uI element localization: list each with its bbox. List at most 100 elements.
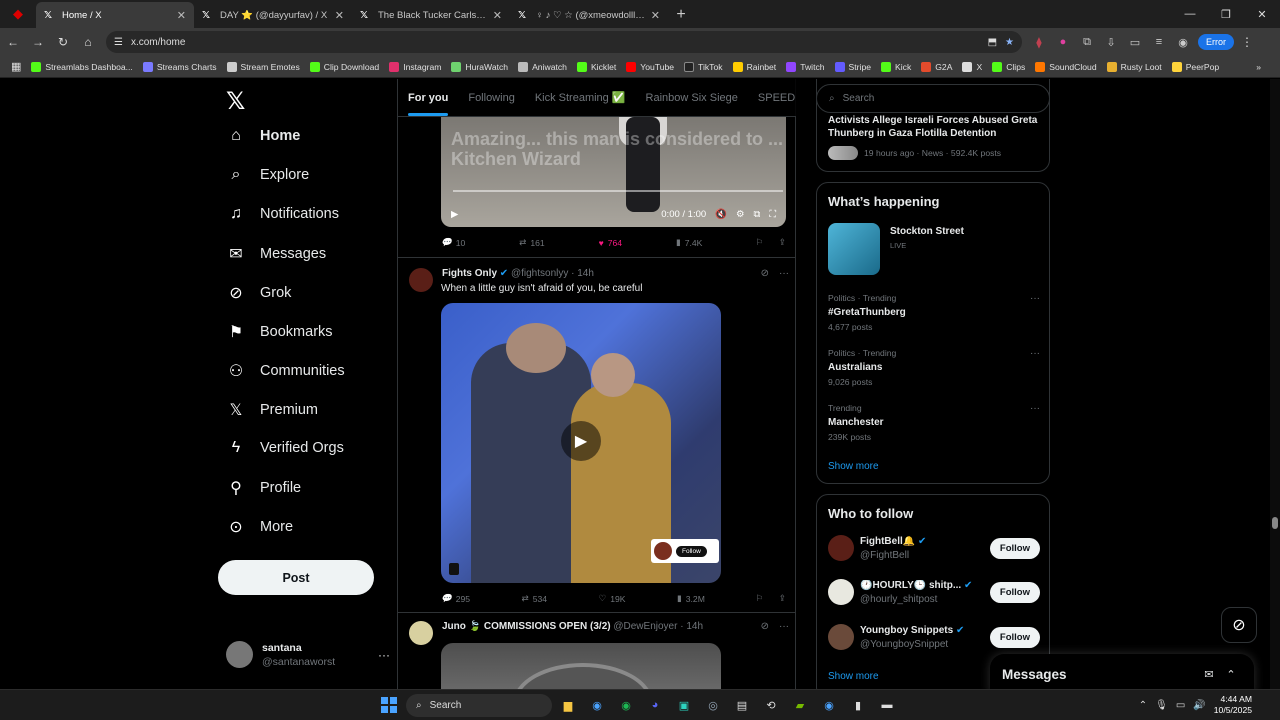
bookmarks-overflow-icon[interactable]: » bbox=[1251, 62, 1266, 72]
steam-icon[interactable]: ◎ bbox=[703, 695, 723, 715]
nav-verified-orgs[interactable]: ϟ Verified Orgs bbox=[226, 439, 344, 457]
mute-icon[interactable]: 🔇 bbox=[715, 209, 727, 220]
discord-icon[interactable]: ◕ bbox=[645, 695, 665, 715]
trend-more-icon[interactable]: ··· bbox=[1030, 348, 1040, 359]
trend-item[interactable]: Trending Manchester 239K posts ··· bbox=[828, 403, 1040, 442]
error-button[interactable]: Error bbox=[1198, 34, 1234, 50]
account-switcher[interactable]: santana @santanaworst ··· bbox=[226, 641, 390, 668]
bookmark-item[interactable]: Twitch bbox=[781, 61, 829, 72]
settings-gear-icon[interactable]: ⚙ bbox=[736, 209, 745, 220]
like-button[interactable]: ♥ 764 bbox=[599, 238, 622, 248]
author-name[interactable]: Fights Only bbox=[442, 268, 497, 279]
scrollbar-thumb[interactable] bbox=[1272, 517, 1278, 529]
audio-app-icon[interactable]: ▮ bbox=[848, 695, 868, 715]
tab-kick-streaming[interactable]: Kick Streaming ✅ bbox=[535, 91, 626, 104]
home-browser-icon[interactable]: ⌂ bbox=[76, 30, 100, 54]
post-button[interactable]: Post bbox=[218, 560, 374, 595]
address-bar[interactable]: ☰ x.com/home ⬒ ★ bbox=[106, 31, 1022, 53]
nav-messages[interactable]: ✉ Messages bbox=[226, 244, 326, 264]
live-event[interactable]: Stockton Street LIVE bbox=[828, 223, 964, 275]
bookmark-item[interactable]: Stream Emotes bbox=[222, 61, 305, 72]
reply-button[interactable]: 💬 295 bbox=[441, 593, 470, 604]
app-icon[interactable]: ▬ bbox=[877, 695, 897, 715]
nav-home[interactable]: ⌂ Home bbox=[226, 127, 300, 145]
bookmark-item[interactable]: Clip Download bbox=[305, 61, 384, 72]
browser-profile-icon[interactable]: ◆ bbox=[0, 0, 36, 28]
bookmark-item[interactable]: TikTok bbox=[679, 61, 728, 72]
bookmark-item[interactable]: Aniwatch bbox=[513, 61, 572, 72]
video-thumbnail[interactable]: ▶ Follow bbox=[441, 303, 721, 583]
views-button[interactable]: ▮ 3.2M bbox=[677, 593, 705, 604]
follow-suggestion[interactable]: 🕐HOURLY🕒 shitp... ✔ @hourly_shitpost Fol… bbox=[828, 579, 1040, 605]
trend-item[interactable]: Politics · Trending #GretaThunberg 4,677… bbox=[828, 293, 1040, 332]
tab-speed-gang[interactable]: SPEED GANG bbox=[758, 92, 796, 104]
trend-item[interactable]: Politics · Trending Australians 9,026 po… bbox=[828, 348, 1040, 387]
show-more-link[interactable]: Show more bbox=[828, 461, 879, 472]
follow-button[interactable]: Follow bbox=[989, 581, 1040, 603]
follow-button[interactable]: Follow bbox=[989, 537, 1040, 559]
messages-drawer[interactable]: Messages ✉ ⌃ bbox=[990, 654, 1254, 689]
install-app-icon[interactable]: ⬒ bbox=[988, 37, 997, 48]
nav-premium[interactable]: 𝕏 Premium bbox=[226, 400, 318, 420]
pip-icon[interactable]: ⧉ bbox=[754, 209, 761, 220]
bookmark-item[interactable]: YouTube bbox=[621, 61, 679, 72]
app-icon[interactable]: ⟲ bbox=[761, 695, 781, 715]
repost-button[interactable]: ⇄ 534 bbox=[522, 593, 548, 604]
close-tab-icon[interactable]: ✕ bbox=[493, 9, 502, 22]
reply-button[interactable]: 💬 10 bbox=[441, 237, 465, 248]
nav-explore[interactable]: ⌕ Explore bbox=[226, 166, 310, 184]
page-scrollbar[interactable] bbox=[1270, 79, 1280, 689]
new-message-icon[interactable]: ✉ bbox=[1198, 668, 1220, 681]
nav-grok[interactable]: ⊘ Grok bbox=[226, 283, 291, 303]
bookmark-item[interactable]: Stripe bbox=[830, 61, 876, 72]
expand-icon[interactable]: ⌃ bbox=[1220, 668, 1242, 681]
nav-communities[interactable]: ⚇ Communities bbox=[226, 361, 345, 381]
downloads-icon[interactable]: ⇩ bbox=[1102, 33, 1120, 51]
tab-rainbow-six-siege[interactable]: Rainbow Six Siege bbox=[646, 92, 738, 104]
windows-start-icon[interactable] bbox=[381, 697, 397, 713]
tray-overflow-icon[interactable]: ⌃ bbox=[1139, 700, 1147, 711]
taskbar-search[interactable]: ⌕ Search bbox=[406, 694, 552, 717]
fullscreen-icon[interactable]: ⛶ bbox=[769, 209, 776, 220]
apps-grid-icon[interactable]: ▦ bbox=[6, 60, 26, 73]
epic-games-icon[interactable]: ▤ bbox=[732, 695, 752, 715]
chrome-icon[interactable]: ◉ bbox=[587, 695, 607, 715]
grok-floating-button[interactable]: ⊘ bbox=[1221, 607, 1257, 643]
split-view-icon[interactable]: ▭ bbox=[1126, 33, 1144, 51]
forward-icon[interactable]: → bbox=[26, 30, 50, 54]
chrome-icon[interactable]: ◉ bbox=[819, 695, 839, 715]
volume-icon[interactable]: 🔊 bbox=[1193, 700, 1205, 711]
bookmark-item[interactable]: Rainbet bbox=[728, 61, 782, 72]
clock[interactable]: 4:44 AM 10/5/2025 bbox=[1214, 694, 1252, 716]
close-tab-icon[interactable]: ✕ bbox=[335, 9, 344, 22]
new-tab-button[interactable]: + bbox=[668, 2, 694, 28]
bookmark-item[interactable]: Rusty Loot bbox=[1102, 61, 1167, 72]
browser-tab-3[interactable]: 𝕏 The Black Tucker Carlson Jr us ✕ bbox=[352, 2, 510, 28]
menu-kebab-icon[interactable]: ⋮ bbox=[1235, 30, 1259, 54]
account-more-icon[interactable]: ··· bbox=[378, 648, 390, 662]
bookmark-item[interactable]: Kick bbox=[876, 61, 916, 72]
bookmark-item[interactable]: X bbox=[957, 61, 987, 72]
like-button[interactable]: ♡ 19K bbox=[599, 593, 626, 604]
bookmark-item[interactable]: SoundCloud bbox=[1030, 61, 1101, 72]
maximize-icon[interactable]: ❐ bbox=[1208, 0, 1244, 28]
x-logo-icon[interactable]: 𝕏 bbox=[226, 87, 245, 116]
extension-icon[interactable]: ● bbox=[1054, 33, 1072, 51]
bookmark-item[interactable]: G2A bbox=[916, 61, 957, 72]
nav-bookmarks[interactable]: ⚑ Bookmarks bbox=[226, 322, 333, 342]
author-handle[interactable]: @DewEnjoyer bbox=[613, 621, 677, 632]
avatar[interactable] bbox=[409, 621, 433, 645]
grok-icon[interactable]: ⊘ bbox=[761, 268, 769, 279]
tweet-media[interactable] bbox=[441, 643, 721, 689]
bookmark-item[interactable]: Streamlabs Dashboa... bbox=[26, 61, 137, 72]
close-window-icon[interactable]: ✕ bbox=[1244, 0, 1280, 28]
network-icon[interactable]: ▭ bbox=[1176, 700, 1185, 711]
repost-button[interactable]: ⇄ 161 bbox=[519, 237, 545, 248]
search-input[interactable]: ⌕ Search bbox=[816, 84, 1050, 113]
video-progress-bar[interactable] bbox=[453, 190, 783, 192]
tab-following[interactable]: Following bbox=[468, 92, 514, 104]
follow-button[interactable]: Follow bbox=[989, 626, 1040, 648]
play-button-icon[interactable]: ▶ bbox=[561, 421, 601, 461]
browser-tab-4[interactable]: 𝕏 ♀ ♪ ♡ ☆ (@xmeowdolll) / X ✕ bbox=[510, 2, 668, 28]
bookmark-item[interactable]: HuraWatch bbox=[446, 61, 513, 72]
